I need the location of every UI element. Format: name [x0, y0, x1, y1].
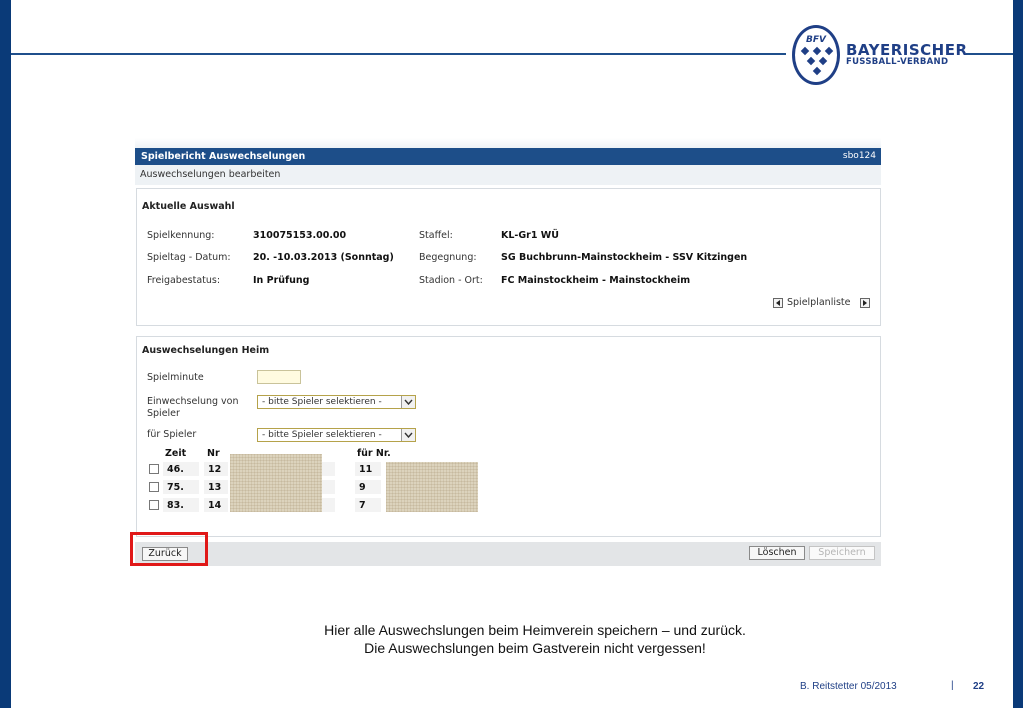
app-top-shadow — [135, 138, 881, 148]
fixture-value: SG Buchbrunn-Mainstockheim - SSV Kitzing… — [501, 252, 748, 263]
app-subtitle: Auswechselungen bearbeiten — [140, 169, 281, 180]
row-nr: 13 — [208, 482, 222, 493]
matchday-label: Spieltag - Datum: — [147, 252, 231, 263]
game-id-value: 310075153.00.00 — [253, 230, 347, 241]
app-titlebar: Spielbericht Auswechselungen sbo124 — [135, 148, 881, 165]
row-time: 83. — [167, 500, 184, 511]
col-time-header: Zeit — [165, 448, 187, 459]
chevron-down-icon[interactable] — [401, 396, 415, 408]
sub-in-label: Einwechselung von — [147, 396, 239, 407]
app-subtitle-bar: Auswechselungen bearbeiten — [135, 165, 881, 185]
redacted-player-names-in — [230, 454, 322, 512]
caption-line-1: Hier alle Auswechslungen beim Heimverein… — [324, 622, 746, 638]
redacted-player-names-out — [386, 462, 478, 512]
logo-subtitle: FUSSBALL-VERBAND — [846, 57, 949, 67]
header-rule-left — [11, 53, 786, 55]
row-nr: 14 — [208, 500, 222, 511]
row-checkbox[interactable] — [149, 464, 159, 474]
sub-in-select-value: - bitte Spieler selektieren - — [262, 397, 382, 407]
minute-input[interactable] — [257, 370, 301, 384]
row-for-nr: 11 — [359, 464, 373, 475]
stadium-value: FC Mainstockheim - Mainstockheim — [501, 275, 691, 286]
chevron-down-icon[interactable] — [401, 429, 415, 441]
minute-label: Spielminute — [147, 372, 204, 383]
home-subs-panel: Auswechselungen Heim Spielminute Einwech… — [136, 336, 881, 537]
app-title: Spielbericht Auswechselungen — [141, 151, 306, 162]
caption-line-2: Die Auswechslungen beim Gastverein nicht… — [364, 640, 706, 656]
row-time: 46. — [167, 464, 184, 475]
release-status-label: Freigabestatus: — [147, 275, 221, 286]
league-value: KL-Gr1 WÜ — [501, 230, 559, 241]
sub-in-player-select[interactable]: - bitte Spieler selektieren - — [257, 395, 416, 409]
fixture-label: Begegnung: — [419, 252, 477, 263]
app-window: Spielbericht Auswechselungen sbo124 Ausw… — [135, 138, 881, 570]
slide-footer-separator: | — [951, 680, 954, 691]
game-id-label: Spielkennung: — [147, 230, 215, 241]
row-checkbox[interactable] — [149, 500, 159, 510]
home-subs-title: Auswechselungen Heim — [142, 345, 270, 356]
row-time: 75. — [167, 482, 184, 493]
next-arrow-icon[interactable] — [860, 298, 870, 308]
col-for-nr-header: für Nr. — [357, 448, 391, 459]
slide-frame-left — [0, 0, 11, 708]
row-for-nr: 7 — [359, 500, 366, 511]
sub-out-select-value: - bitte Spieler selektieren - — [262, 430, 382, 440]
delete-button[interactable]: Löschen — [749, 546, 805, 560]
stadium-label: Stadion - Ort: — [419, 275, 483, 286]
schedule-list-link[interactable]: Spielplanliste — [787, 297, 851, 308]
row-checkbox[interactable] — [149, 482, 159, 492]
sub-in-label-2: Spieler — [147, 408, 180, 419]
row-nr: 12 — [208, 464, 222, 475]
save-button[interactable]: Speichern — [809, 546, 875, 560]
bfv-logo-icon: BFV — [792, 25, 840, 85]
sub-out-player-select[interactable]: - bitte Spieler selektieren - — [257, 428, 416, 442]
slide-frame-right — [1013, 0, 1023, 708]
matchday-value: 20. -10.03.2013 (Sonntag) — [253, 252, 394, 263]
app-form-code: sbo124 — [842, 151, 876, 161]
current-selection-title: Aktuelle Auswahl — [142, 201, 235, 212]
league-label: Staffel: — [419, 230, 453, 241]
for-player-label: für Spieler — [147, 429, 197, 440]
slide-page-number: 22 — [973, 681, 985, 692]
slide-author: B. Reitstetter 05/2013 — [800, 681, 897, 692]
release-status-value: In Prüfung — [253, 275, 310, 286]
header-rule-right — [966, 53, 1013, 55]
row-for-nr: 9 — [359, 482, 366, 493]
highlight-frame — [130, 532, 208, 566]
col-nr-header: Nr — [207, 448, 220, 459]
svg-text:BFV: BFV — [806, 35, 827, 45]
app-footer-toolbar: Zurück Löschen Speichern — [135, 542, 881, 566]
prev-arrow-icon[interactable] — [773, 298, 783, 308]
current-selection-panel: Aktuelle Auswahl Spielkennung: 310075153… — [136, 188, 881, 326]
